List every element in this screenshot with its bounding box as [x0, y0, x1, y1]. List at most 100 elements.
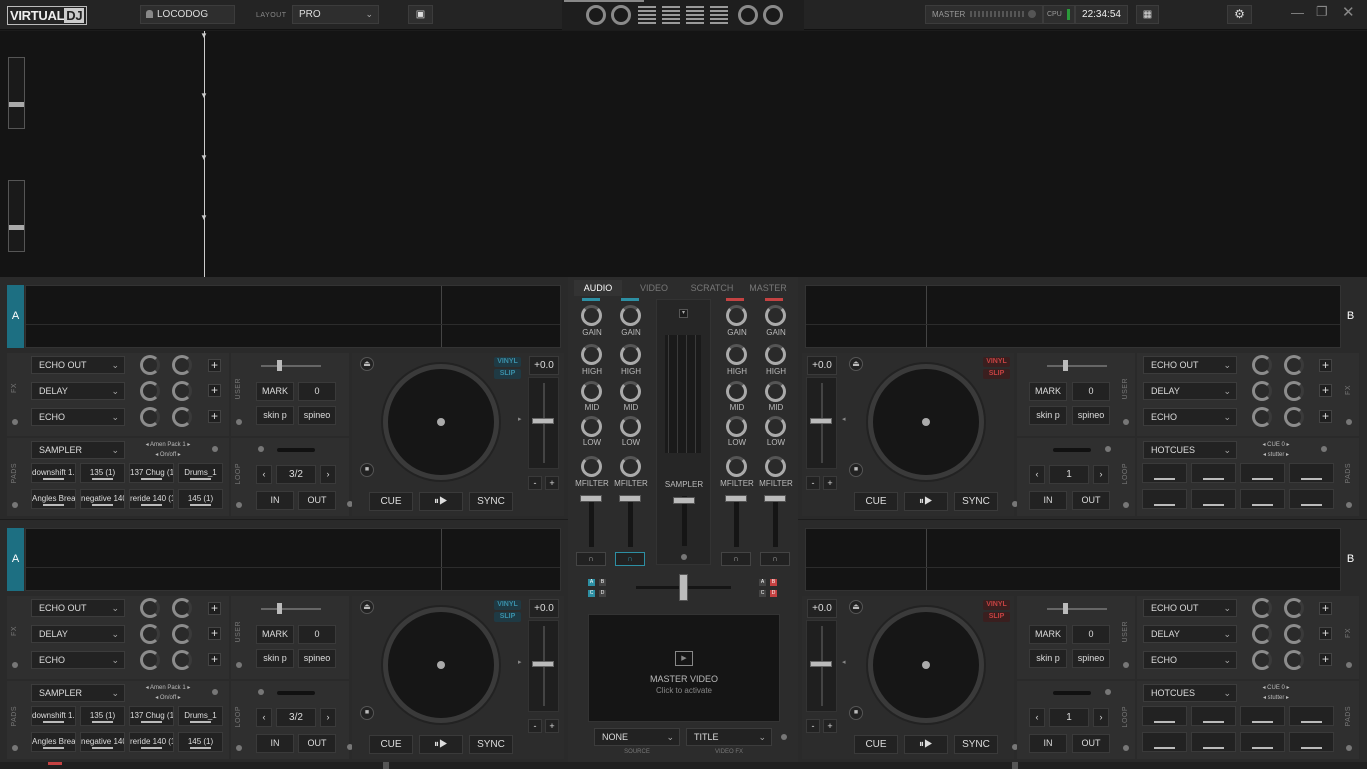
loop-half-button[interactable]: ‹ [256, 708, 272, 727]
fx-dot[interactable] [1346, 419, 1352, 425]
deck-waveform[interactable] [805, 285, 1341, 348]
pitch-minus-button[interactable]: - [806, 476, 820, 490]
fx1-knob-1[interactable] [140, 598, 160, 618]
loop-in-button[interactable]: IN [1029, 734, 1067, 753]
stop-button[interactable]: ■ [849, 706, 863, 720]
crossfader-cap[interactable] [679, 574, 688, 601]
fx3-knob-2[interactable] [1284, 650, 1304, 670]
calendar-button[interactable]: ▦ [1136, 5, 1159, 24]
loop-out-button[interactable]: OUT [1072, 491, 1110, 510]
fx2-knob-1[interactable] [1252, 624, 1272, 644]
pad-2[interactable]: 135 (1) [80, 463, 125, 483]
pack-name[interactable]: ◂ CUE 0 ▸ [1243, 441, 1309, 448]
tab-video[interactable]: VIDEO [630, 280, 678, 296]
cue-button[interactable]: CUE [854, 735, 898, 754]
ch2-headphone-button[interactable]: ∩ [615, 552, 645, 566]
fx3-add-button[interactable]: + [208, 410, 221, 423]
fx2-add-button[interactable]: + [1319, 627, 1332, 640]
loop-out-button[interactable]: OUT [298, 491, 336, 510]
play-pause-button[interactable]: ⏸▶ [419, 492, 463, 511]
user-dot[interactable] [1123, 419, 1129, 425]
pad-4[interactable]: Drums_1 [178, 706, 223, 726]
ch3-low-knob[interactable] [726, 416, 747, 437]
master-expand-button[interactable]: ▾ [679, 309, 688, 318]
ch4-low-knob[interactable] [765, 416, 786, 437]
tab-scratch[interactable]: SCRATCH [686, 280, 738, 296]
loop-double-button[interactable]: › [1093, 708, 1109, 727]
stop-button[interactable]: ■ [360, 463, 374, 477]
pads-dot[interactable] [12, 745, 18, 751]
user-dot[interactable] [236, 662, 242, 668]
master-video-preview[interactable]: ▶ MASTER VIDEO Click to activate [588, 614, 780, 722]
xf-assign-a-right[interactable]: A [759, 579, 766, 586]
ch3-volume-fader[interactable] [734, 497, 739, 547]
pad-8[interactable] [1289, 489, 1334, 509]
deck-a-level-knob[interactable] [586, 5, 606, 25]
fx1-knob-1[interactable] [1252, 598, 1272, 618]
pad-6[interactable]: negative 140 [80, 732, 125, 752]
slip-button[interactable]: SLIP [983, 369, 1010, 379]
user-value-button[interactable]: 0 [1072, 625, 1110, 644]
pad-3[interactable]: 137 Chug (1) [129, 463, 174, 483]
xf-assign-b-right[interactable]: B [770, 579, 777, 586]
loop-in-button[interactable]: IN [256, 734, 294, 753]
loop-dot[interactable] [236, 502, 242, 508]
jog-wheel[interactable] [868, 607, 984, 723]
pad-3[interactable] [1240, 463, 1285, 483]
ch1-filter-knob[interactable] [581, 456, 602, 477]
pack-mode[interactable]: ◂ On/off ▸ [135, 694, 201, 701]
xf-assign-c[interactable]: C [588, 590, 595, 597]
deck-waveform[interactable] [25, 285, 561, 348]
play-pause-button[interactable]: ⏸▶ [904, 492, 948, 511]
fx-select-1[interactable]: ECHO OUT ⌄ [31, 599, 125, 617]
deck-d-level-knob[interactable] [763, 5, 783, 25]
pitch-slider[interactable] [806, 377, 837, 469]
vinyl-button[interactable]: VINYL [983, 600, 1010, 610]
fx-dot[interactable] [12, 419, 18, 425]
fx2-knob-2[interactable] [172, 624, 192, 644]
fx3-knob-1[interactable] [140, 650, 160, 670]
fx-select-3[interactable]: ECHO ⌄ [31, 651, 125, 669]
loop-dot[interactable] [1123, 502, 1129, 508]
mark-button[interactable]: MARK [256, 382, 294, 401]
mark-button[interactable]: MARK [1029, 625, 1067, 644]
mark-button[interactable]: MARK [256, 625, 294, 644]
pad-3[interactable] [1240, 706, 1285, 726]
fx-select-2[interactable]: DELAY ⌄ [31, 625, 125, 643]
pads-mode-select[interactable]: HOTCUES ⌄ [1143, 684, 1237, 702]
loop-option-dot[interactable] [1105, 689, 1111, 695]
ch3-high-knob[interactable] [726, 344, 747, 365]
skin-button[interactable]: skin p [1029, 649, 1067, 668]
pad-1[interactable]: downshift 1... [31, 706, 76, 726]
cue-button[interactable]: CUE [369, 735, 413, 754]
xf-assign-b[interactable]: B [599, 579, 606, 586]
user-slider[interactable] [261, 603, 321, 614]
xf-assign-d[interactable]: D [599, 590, 606, 597]
ch4-gain-knob[interactable] [765, 305, 786, 326]
sync-button[interactable]: SYNC [954, 735, 998, 754]
fx3-knob-1[interactable] [1252, 650, 1272, 670]
user-value-button[interactable]: 0 [298, 625, 336, 644]
vinyl-button[interactable]: VINYL [983, 357, 1010, 367]
spineo-button[interactable]: spineo [1072, 649, 1110, 668]
tab-master[interactable]: MASTER [742, 280, 794, 296]
pad-4[interactable] [1289, 463, 1334, 483]
pitch-minus-button[interactable]: - [528, 719, 542, 733]
pads-dot[interactable] [1346, 745, 1352, 751]
pitch-minus-button[interactable]: - [806, 719, 820, 733]
xf-assign-d-right[interactable]: D [770, 590, 777, 597]
pitch-value[interactable]: +0.0 [807, 599, 837, 618]
ch4-filter-knob[interactable] [765, 456, 786, 477]
ch2-high-knob[interactable] [620, 344, 641, 365]
ch1-low-knob[interactable] [581, 416, 602, 437]
pitch-value[interactable]: +0.0 [807, 356, 837, 375]
fx2-knob-1[interactable] [140, 624, 160, 644]
fx3-add-button[interactable]: + [208, 653, 221, 666]
fx1-add-button[interactable]: + [208, 602, 221, 615]
deck-c-level-knob[interactable] [611, 5, 631, 25]
loop-option-dot[interactable] [258, 446, 264, 452]
jog-wheel[interactable] [383, 364, 499, 480]
pads-dot[interactable] [12, 502, 18, 508]
slip-button[interactable]: SLIP [494, 612, 521, 622]
loop-dot[interactable] [1123, 745, 1129, 751]
